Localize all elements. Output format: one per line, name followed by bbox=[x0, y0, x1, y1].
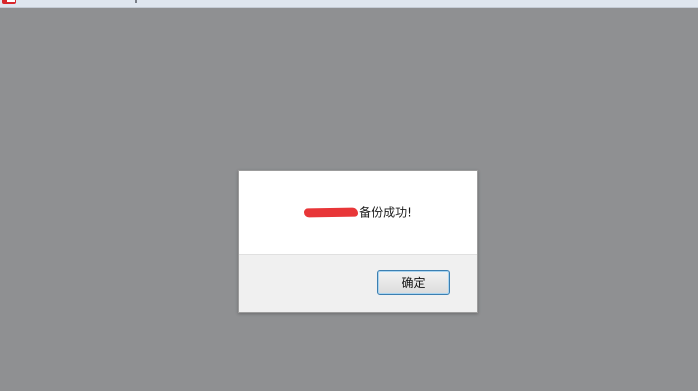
dialog-body: 备份成功! bbox=[239, 171, 477, 254]
app-icon-slot bbox=[7, 0, 15, 2]
app-window: 备份成功! 确定 bbox=[0, 0, 698, 391]
ok-button[interactable]: 确定 bbox=[377, 270, 450, 295]
message-dialog: 备份成功! 确定 bbox=[238, 170, 478, 313]
dialog-message-text: 备份成功! bbox=[359, 205, 412, 220]
window-title-fragment bbox=[135, 0, 137, 3]
dialog-footer: 确定 bbox=[239, 254, 477, 312]
app-icon bbox=[2, 0, 16, 4]
redaction-mark bbox=[304, 207, 359, 218]
window-titlebar bbox=[0, 0, 698, 8]
dialog-message: 备份成功! bbox=[239, 205, 477, 220]
